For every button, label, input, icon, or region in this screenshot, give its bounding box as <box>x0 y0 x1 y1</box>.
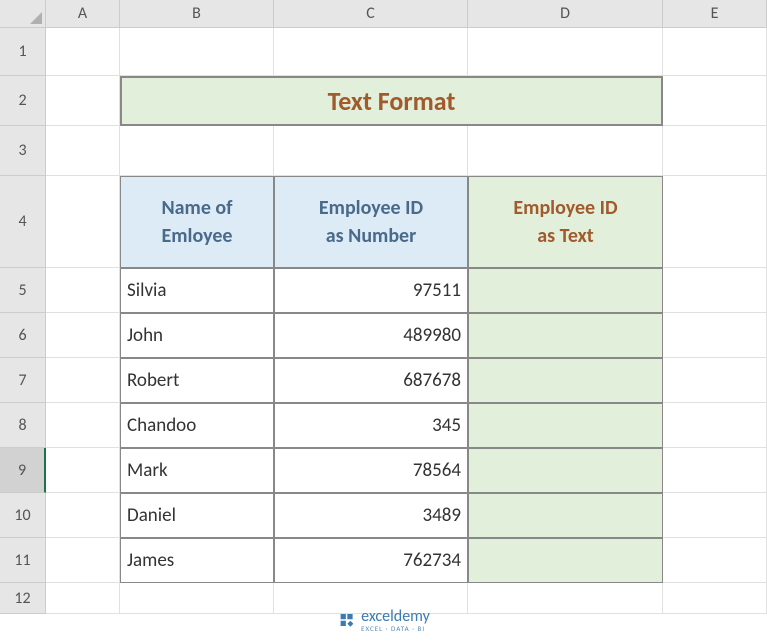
cell-a2[interactable] <box>46 76 120 126</box>
cell-b12[interactable] <box>120 583 274 614</box>
column-header-row: A B C D E <box>0 0 767 28</box>
cell-e5[interactable] <box>663 268 767 313</box>
cell-e12[interactable] <box>663 583 767 614</box>
cell-d3[interactable] <box>468 126 663 176</box>
row-header-5[interactable]: 5 <box>0 268 46 313</box>
title-cell[interactable]: Text Format <box>120 76 663 126</box>
cell-c9[interactable]: 78564 <box>274 448 468 493</box>
cell-b5[interactable]: Silvia <box>120 268 274 313</box>
col-header-d[interactable]: D <box>468 0 663 28</box>
header-idnum-line2: as Number <box>326 222 416 250</box>
col-header-e[interactable]: E <box>663 0 767 28</box>
cell-b1[interactable] <box>120 28 274 76</box>
header-idtxt-line2: as Text <box>537 222 593 250</box>
cell-a10[interactable] <box>46 493 120 538</box>
cell-e6[interactable] <box>663 313 767 358</box>
cell-d7[interactable] <box>468 358 663 403</box>
cell-b8[interactable]: Chandoo <box>120 403 274 448</box>
watermark: exceldemy EXCEL · DATA · BI <box>337 607 430 633</box>
cell-a8[interactable] <box>46 403 120 448</box>
cell-b11[interactable]: James <box>120 538 274 583</box>
cell-a1[interactable] <box>46 28 120 76</box>
header-idtxt-line1: Employee ID <box>513 194 617 222</box>
watermark-icon <box>337 611 355 629</box>
spreadsheet-grid: A B C D E 1 2 Text Format 3 4 Name of Em… <box>0 0 767 614</box>
cell-a9[interactable] <box>46 448 120 493</box>
cell-d12[interactable] <box>468 583 663 614</box>
cell-a12[interactable] <box>46 583 120 614</box>
cell-a4[interactable] <box>46 176 120 268</box>
cell-c11[interactable]: 762734 <box>274 538 468 583</box>
row-header-8[interactable]: 8 <box>0 403 46 448</box>
cell-e8[interactable] <box>663 403 767 448</box>
cell-b9[interactable]: Mark <box>120 448 274 493</box>
cell-b3[interactable] <box>120 126 274 176</box>
row-header-12[interactable]: 12 <box>0 583 46 614</box>
cell-d11[interactable] <box>468 538 663 583</box>
cell-b6[interactable]: John <box>120 313 274 358</box>
cell-c5[interactable]: 97511 <box>274 268 468 313</box>
header-name-line2: Emloyee <box>162 222 233 250</box>
cell-c8[interactable]: 345 <box>274 403 468 448</box>
cell-e2[interactable] <box>663 76 767 126</box>
cell-d5[interactable] <box>468 268 663 313</box>
cell-b7[interactable]: Robert <box>120 358 274 403</box>
cell-a6[interactable] <box>46 313 120 358</box>
row-header-7[interactable]: 7 <box>0 358 46 403</box>
row-header-6[interactable]: 6 <box>0 313 46 358</box>
header-idtxt[interactable]: Employee ID as Text <box>468 176 663 268</box>
header-idnum-line1: Employee ID <box>319 194 423 222</box>
row-header-10[interactable]: 10 <box>0 493 46 538</box>
cell-e9[interactable] <box>663 448 767 493</box>
col-header-a[interactable]: A <box>46 0 120 28</box>
cell-d8[interactable] <box>468 403 663 448</box>
cell-a3[interactable] <box>46 126 120 176</box>
cell-b10[interactable]: Daniel <box>120 493 274 538</box>
header-name-line1: Name of <box>162 194 233 222</box>
col-header-b[interactable]: B <box>120 0 274 28</box>
cell-e4[interactable] <box>663 176 767 268</box>
row-header-2[interactable]: 2 <box>0 76 46 126</box>
cell-d1[interactable] <box>468 28 663 76</box>
cell-e1[interactable] <box>663 28 767 76</box>
col-header-c[interactable]: C <box>274 0 468 28</box>
cell-c3[interactable] <box>274 126 468 176</box>
header-name[interactable]: Name of Emloyee <box>120 176 274 268</box>
row-header-4[interactable]: 4 <box>0 176 46 268</box>
cell-e7[interactable] <box>663 358 767 403</box>
header-idnum[interactable]: Employee ID as Number <box>274 176 468 268</box>
cell-d9[interactable] <box>468 448 663 493</box>
cell-d6[interactable] <box>468 313 663 358</box>
cell-c1[interactable] <box>274 28 468 76</box>
row-header-9[interactable]: 9 <box>0 448 46 493</box>
select-all-corner[interactable] <box>0 0 46 28</box>
cell-e3[interactable] <box>663 126 767 176</box>
cell-a7[interactable] <box>46 358 120 403</box>
cell-e10[interactable] <box>663 493 767 538</box>
cell-a5[interactable] <box>46 268 120 313</box>
cell-c10[interactable]: 3489 <box>274 493 468 538</box>
row-header-11[interactable]: 11 <box>0 538 46 583</box>
cell-a11[interactable] <box>46 538 120 583</box>
cell-c6[interactable]: 489980 <box>274 313 468 358</box>
row-header-3[interactable]: 3 <box>0 126 46 176</box>
row-header-1[interactable]: 1 <box>0 28 46 76</box>
cell-c7[interactable]: 687678 <box>274 358 468 403</box>
watermark-sub: EXCEL · DATA · BI <box>361 624 430 633</box>
cell-e11[interactable] <box>663 538 767 583</box>
cell-d10[interactable] <box>468 493 663 538</box>
